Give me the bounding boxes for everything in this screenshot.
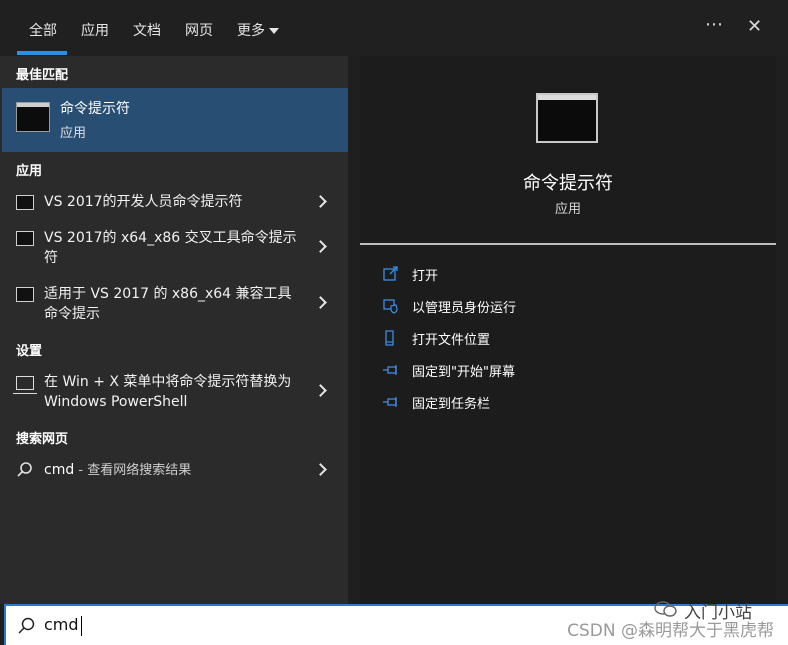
tab-apps[interactable]: 应用 bbox=[81, 20, 109, 40]
chevron-right-icon[interactable] bbox=[314, 463, 327, 476]
action-open-label: 打开 bbox=[412, 269, 439, 284]
action-run-as-admin-label: 以管理员身份运行 bbox=[412, 301, 517, 316]
terminal-icon bbox=[16, 102, 50, 132]
app-result-label: VS 2017的 x64_x86 交叉工具命令提示符 bbox=[44, 230, 297, 266]
web-query-suffix: - 查看网络搜索结果 bbox=[74, 463, 192, 478]
chevron-right-icon[interactable] bbox=[314, 240, 327, 253]
terminal-icon bbox=[16, 287, 34, 302]
chevron-right-icon[interactable] bbox=[314, 195, 327, 208]
preview-panel: 命令提示符 应用 打开 以管理员身份运行 打开文件位置 固定到"开始"屏幕 固定… bbox=[360, 56, 776, 604]
text-cursor bbox=[81, 616, 82, 636]
best-match-title: 命令提示符 bbox=[60, 101, 130, 117]
pin-icon bbox=[383, 397, 397, 407]
pin-icon bbox=[383, 365, 397, 375]
app-result-item[interactable]: 适用于 VS 2017 的 x86_x64 兼容工具命令提示 bbox=[0, 280, 348, 324]
chevron-right-icon[interactable] bbox=[314, 384, 327, 397]
results-panel: 最佳匹配 命令提示符 应用 应用 VS 2017的开发人员命令提示符 VS 20… bbox=[0, 56, 348, 604]
watermark-overlay: 入门小站 bbox=[684, 603, 752, 623]
action-open-file-location[interactable]: 打开文件位置 bbox=[382, 328, 762, 350]
best-match-item[interactable]: 命令提示符 应用 bbox=[2, 88, 348, 152]
tab-more-label: 更多 bbox=[237, 23, 265, 39]
preview-subtitle: 应用 bbox=[554, 202, 581, 217]
open-icon bbox=[383, 266, 398, 281]
tab-documents[interactable]: 文档 bbox=[133, 20, 161, 40]
action-pin-to-start[interactable]: 固定到"开始"屏幕 bbox=[382, 360, 762, 382]
search-icon bbox=[17, 462, 32, 477]
divider bbox=[360, 243, 776, 245]
chevron-down-icon bbox=[269, 28, 279, 34]
tab-web[interactable]: 网页 bbox=[185, 20, 213, 40]
close-icon[interactable]: ✕ bbox=[747, 16, 762, 37]
action-run-as-admin[interactable]: 以管理员身份运行 bbox=[382, 296, 762, 318]
action-pin-to-taskbar[interactable]: 固定到任务栏 bbox=[382, 392, 762, 414]
terminal-icon bbox=[16, 195, 34, 210]
app-result-label: 适用于 VS 2017 的 x86_x64 兼容工具命令提示 bbox=[44, 286, 292, 322]
shield-icon bbox=[383, 299, 398, 314]
web-result-item[interactable]: cmd - 查看网络搜索结果 bbox=[0, 456, 348, 484]
app-result-item[interactable]: VS 2017的开发人员命令提示符 bbox=[0, 188, 348, 216]
search-icon bbox=[18, 617, 35, 634]
web-query: cmd bbox=[44, 462, 75, 478]
tab-more[interactable]: 更多 bbox=[237, 20, 279, 40]
more-options-icon[interactable]: ⋯ bbox=[705, 14, 723, 35]
section-settings: 设置 bbox=[16, 344, 43, 359]
section-apps: 应用 bbox=[16, 164, 43, 179]
section-web: 搜索网页 bbox=[16, 432, 69, 447]
active-tab-indicator bbox=[17, 51, 67, 55]
action-pin-to-taskbar-label: 固定到任务栏 bbox=[412, 397, 491, 412]
app-result-label: VS 2017的开发人员命令提示符 bbox=[44, 194, 243, 210]
file-location-icon bbox=[385, 330, 394, 346]
app-result-item[interactable]: VS 2017的 x64_x86 交叉工具命令提示符 bbox=[0, 224, 348, 268]
action-open[interactable]: 打开 bbox=[382, 264, 762, 286]
wechat-logo-icon bbox=[654, 601, 677, 617]
tab-all[interactable]: 全部 bbox=[29, 20, 57, 40]
action-open-file-location-label: 打开文件位置 bbox=[412, 333, 491, 348]
monitor-icon bbox=[13, 376, 37, 394]
chevron-right-icon[interactable] bbox=[314, 296, 327, 309]
preview-title: 命令提示符 bbox=[523, 173, 613, 194]
terminal-icon bbox=[16, 231, 34, 246]
search-input[interactable] bbox=[44, 615, 344, 634]
section-best-match: 最佳匹配 bbox=[16, 68, 69, 83]
web-result-label: cmd - 查看网络搜索结果 bbox=[44, 460, 302, 481]
search-tab-bar: 全部 应用 文档 网页 更多 ⋯ ✕ bbox=[0, 0, 788, 56]
action-pin-to-start-label: 固定到"开始"屏幕 bbox=[412, 365, 515, 380]
settings-result-label: 在 Win + X 菜单中将命令提示符替换为 Windows PowerShel… bbox=[44, 374, 292, 410]
best-match-subtitle: 应用 bbox=[60, 126, 87, 141]
settings-result-item[interactable]: 在 Win + X 菜单中将命令提示符替换为 Windows PowerShel… bbox=[0, 368, 348, 412]
terminal-icon bbox=[536, 93, 598, 143]
